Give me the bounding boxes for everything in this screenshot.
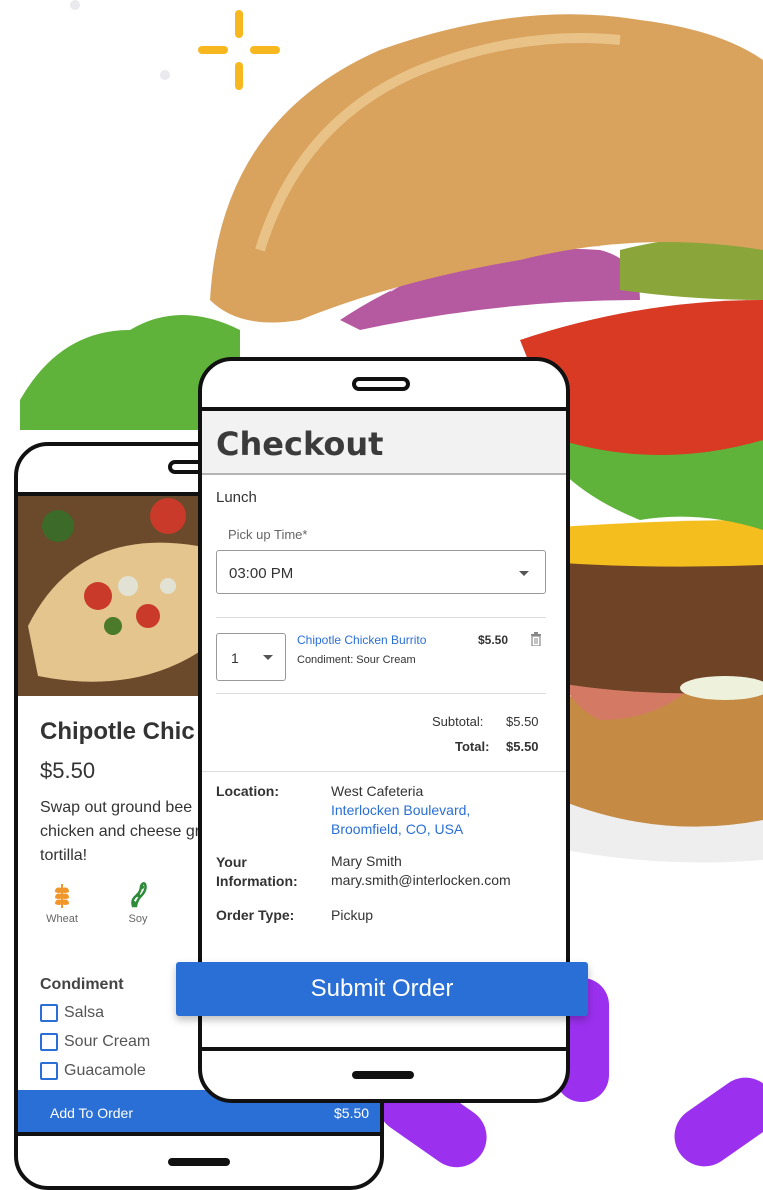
submit-order-label: Submit Order bbox=[310, 975, 454, 1002]
divider bbox=[216, 693, 546, 694]
order-type-label: Order Type: bbox=[216, 907, 295, 923]
submit-order-button[interactable]: Submit Order bbox=[176, 962, 588, 1016]
phone-home-bar bbox=[352, 1071, 414, 1079]
checkbox[interactable] bbox=[40, 1004, 58, 1022]
subtotal-label: Subtotal: bbox=[432, 714, 484, 729]
total-value: $5.50 bbox=[506, 739, 539, 754]
location-address-line-2[interactable]: Broomfield, CO, USA bbox=[331, 821, 463, 837]
allergen-label: Wheat bbox=[46, 913, 78, 925]
cart-item-price: $5.50 bbox=[478, 633, 509, 647]
phone-home-bar bbox=[168, 1158, 230, 1166]
condiment-label: Salsa bbox=[64, 1004, 105, 1021]
meal-label: Lunch bbox=[216, 489, 257, 506]
divider bbox=[202, 771, 566, 772]
pickup-time-value: 03:00 PM bbox=[229, 565, 294, 582]
add-to-order-price: $5.50 bbox=[334, 1105, 370, 1121]
allergen-wheat: Wheat bbox=[32, 880, 92, 925]
order-type-value: Pickup bbox=[331, 907, 374, 923]
checkout-header: Checkout bbox=[202, 411, 566, 475]
pickup-time-label: Pick up Time* bbox=[228, 527, 308, 542]
page-title: Checkout bbox=[216, 425, 384, 463]
subtotal-value: $5.50 bbox=[506, 714, 539, 729]
add-to-order-label: Add To Order bbox=[50, 1105, 134, 1121]
condiment-option-guacamole[interactable]: Guacamole bbox=[40, 1060, 146, 1082]
phone-speaker bbox=[352, 377, 410, 391]
location-name: West Cafeteria bbox=[331, 783, 424, 799]
pickup-time-select[interactable]: 03:00 PM bbox=[216, 550, 546, 594]
allergen-label: Soy bbox=[128, 913, 148, 925]
customer-email: mary.smith@interlocken.com bbox=[331, 872, 511, 888]
dish-title: Chipotle Chic bbox=[40, 718, 195, 745]
quantity-select[interactable]: 1 bbox=[216, 633, 286, 681]
total-label: Total: bbox=[455, 739, 490, 754]
your-information-label-line-1: Your bbox=[216, 854, 247, 870]
divider bbox=[216, 617, 546, 618]
customer-name: Mary Smith bbox=[331, 853, 402, 869]
checkout-screen: Checkout Lunch Pick up Time* 03:00 PM 1 … bbox=[202, 411, 566, 1047]
chevron-down-icon bbox=[519, 571, 529, 576]
checkbox[interactable] bbox=[40, 1062, 58, 1080]
quantity-value: 1 bbox=[231, 650, 239, 666]
your-information-label: Your Information: bbox=[216, 853, 298, 891]
burrito-image bbox=[18, 496, 208, 696]
allergen-soy: Soy bbox=[108, 880, 168, 925]
condiment-heading: Condiment bbox=[40, 976, 124, 993]
condiment-option-sour-cream[interactable]: Sour Cream bbox=[40, 1031, 150, 1053]
soy-icon bbox=[131, 882, 147, 908]
checkbox[interactable] bbox=[40, 1033, 58, 1051]
trash-icon[interactable] bbox=[530, 632, 542, 646]
condiment-option-salsa[interactable]: Salsa bbox=[40, 1002, 104, 1024]
chevron-down-icon bbox=[263, 655, 273, 660]
condiment-label: Sour Cream bbox=[64, 1033, 151, 1050]
cart-item-condiment: Condiment: Sour Cream bbox=[297, 654, 416, 666]
dish-price: $5.50 bbox=[40, 758, 96, 783]
phone-bottom-bezel bbox=[202, 1047, 566, 1051]
condiment-label: Guacamole bbox=[64, 1062, 146, 1079]
location-address-line-1[interactable]: Interlocken Boulevard, bbox=[331, 802, 470, 818]
phone-bottom-bezel bbox=[18, 1132, 380, 1136]
location-label: Location: bbox=[216, 783, 279, 799]
wheat-icon bbox=[55, 884, 69, 908]
cart-item-name[interactable]: Chipotle Chicken Burrito bbox=[297, 633, 426, 647]
burrito-photo bbox=[18, 496, 208, 696]
your-information-label-line-2: Information: bbox=[216, 873, 298, 889]
pill-decoration bbox=[662, 1065, 763, 1179]
